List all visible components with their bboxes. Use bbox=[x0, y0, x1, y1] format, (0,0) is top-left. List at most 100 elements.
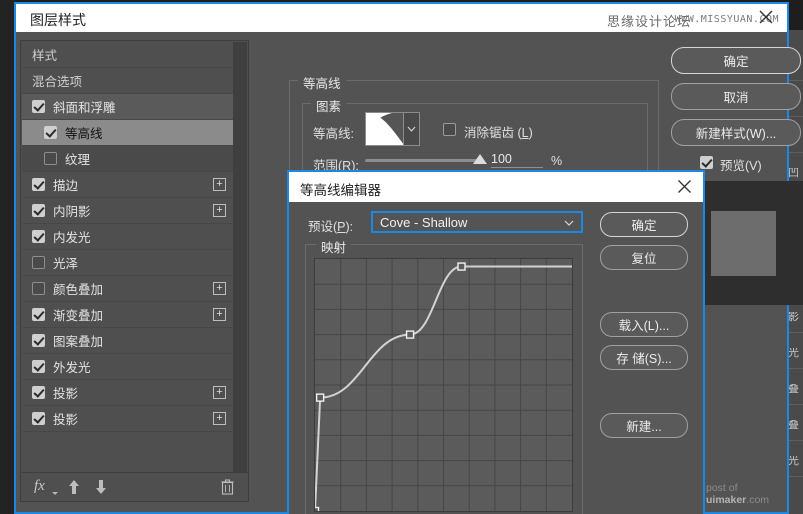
effect-label: 描边 bbox=[53, 175, 78, 194]
effect-label: 混合选项 bbox=[22, 71, 82, 90]
element-group: 图素 等高线: bbox=[302, 103, 648, 178]
background-panel-divider bbox=[788, 116, 803, 117]
footer-watermark-brand: uimaker bbox=[706, 494, 746, 506]
effect-label: 投影 bbox=[53, 383, 78, 402]
close-icon[interactable] bbox=[676, 178, 693, 195]
window-title: 图层样式 bbox=[30, 10, 86, 30]
chevron-down-icon[interactable] bbox=[403, 113, 419, 145]
cancel-button[interactable]: 取消 bbox=[671, 83, 801, 110]
trash-icon[interactable] bbox=[221, 479, 234, 495]
effect-checkbox[interactable] bbox=[32, 386, 45, 399]
desktop-background-left bbox=[0, 0, 14, 514]
layer-preview-thumbnail bbox=[704, 181, 803, 305]
mapping-group-title: 映射 bbox=[316, 237, 351, 256]
effect-row-6[interactable]: 内阴影+ bbox=[22, 198, 234, 224]
add-effect-button[interactable]: + bbox=[213, 386, 226, 399]
effect-checkbox[interactable] bbox=[32, 360, 45, 373]
editor-new-button[interactable]: 新建... bbox=[600, 413, 688, 438]
editor-ok-button[interactable]: 确定 bbox=[600, 212, 688, 237]
background-panel-divider bbox=[788, 440, 803, 441]
antialias-label-post: ) bbox=[529, 126, 533, 140]
effect-checkbox[interactable] bbox=[32, 100, 45, 113]
screen-root: 控明径凹SHSH和影光叠叠光 图层样式 思缘设计论坛 WWW.MISSYUAN.… bbox=[0, 0, 803, 514]
arrow-up-icon[interactable] bbox=[68, 479, 80, 495]
add-effect-button[interactable]: + bbox=[213, 178, 226, 191]
effect-checkbox[interactable] bbox=[44, 126, 57, 139]
effect-row-11[interactable]: 图案叠加 bbox=[22, 328, 234, 354]
contour-curve-graph[interactable] bbox=[314, 258, 573, 512]
effect-label: 纹理 bbox=[65, 149, 90, 168]
effects-list-filler bbox=[22, 432, 234, 466]
editor-save-button[interactable]: 存 储(S)... bbox=[600, 345, 688, 370]
effects-toolbar: fx bbox=[22, 472, 248, 500]
effect-label: 光泽 bbox=[53, 253, 78, 272]
effect-checkbox[interactable] bbox=[32, 204, 45, 217]
chevron-down-icon[interactable] bbox=[564, 213, 581, 231]
contour-curve-swatch bbox=[366, 113, 403, 145]
effect-row-1[interactable]: 混合选项 bbox=[22, 68, 234, 94]
effect-checkbox[interactable] bbox=[32, 412, 45, 425]
contour-editor-title: 等高线编辑器 bbox=[300, 179, 381, 199]
preset-select[interactable]: Cove - Shallow bbox=[371, 211, 583, 233]
effect-row-12[interactable]: 外发光 bbox=[22, 354, 234, 380]
effect-label: 渐变叠加 bbox=[53, 305, 103, 324]
effects-list-panel: 样式混合选项斜面和浮雕等高线纹理描边+内阴影+内发光光泽颜色叠加+渐变叠加+图案… bbox=[20, 40, 249, 502]
add-effect-button[interactable]: + bbox=[213, 204, 226, 217]
contour-swatch-dropdown[interactable] bbox=[365, 112, 420, 146]
effect-row-2[interactable]: 斜面和浮雕 bbox=[22, 94, 234, 120]
effect-row-13[interactable]: 投影 + bbox=[22, 380, 234, 406]
effect-label: 样式 bbox=[22, 45, 57, 64]
effect-row-5[interactable]: 描边 + bbox=[22, 172, 234, 198]
effect-checkbox[interactable] bbox=[32, 230, 45, 243]
effect-checkbox[interactable] bbox=[32, 178, 45, 191]
contour-group-title: 等高线 bbox=[298, 73, 346, 92]
effect-row-4[interactable]: 纹理 bbox=[22, 146, 234, 172]
background-panel-item: 叠 bbox=[788, 420, 803, 431]
editor-load-button[interactable]: 载入(L)... bbox=[600, 312, 688, 337]
range-unit-label: % bbox=[551, 154, 562, 168]
arrow-down-icon[interactable] bbox=[95, 479, 107, 495]
effect-checkbox[interactable] bbox=[32, 308, 45, 321]
effect-row-14[interactable]: 投影+ bbox=[22, 406, 234, 432]
range-value-input[interactable]: 100 bbox=[491, 152, 543, 168]
effect-row-0[interactable]: 样式 bbox=[22, 42, 234, 68]
background-panel-divider bbox=[788, 80, 803, 81]
preview-checkbox[interactable] bbox=[700, 156, 713, 169]
add-effect-button[interactable]: + bbox=[213, 412, 226, 425]
close-icon[interactable] bbox=[757, 8, 775, 26]
effect-row-8[interactable]: 光泽 bbox=[22, 250, 234, 276]
antialias-checkbox[interactable] bbox=[443, 123, 456, 136]
effect-row-9[interactable]: 颜色叠加 + bbox=[22, 276, 234, 302]
effect-row-3[interactable]: 等高线 bbox=[22, 120, 234, 146]
contour-field-label: 等高线: bbox=[313, 123, 354, 142]
contour-editor-dialog: 等高线编辑器 预设(P): Cove - Shallow bbox=[287, 170, 705, 514]
background-panel-item: 影 bbox=[788, 312, 803, 323]
fx-icon[interactable]: fx bbox=[34, 478, 45, 495]
effect-label: 等高线 bbox=[65, 123, 103, 142]
range-slider-track[interactable] bbox=[365, 159, 480, 162]
editor-reset-button[interactable]: 复位 bbox=[600, 245, 688, 270]
effect-label: 内发光 bbox=[53, 227, 91, 246]
effect-row-10[interactable]: 渐变叠加 + bbox=[22, 302, 234, 328]
new-style-button[interactable]: 新建样式(W)... bbox=[671, 119, 801, 146]
background-panel-item: 光 bbox=[788, 456, 803, 467]
ok-button[interactable]: 确定 bbox=[671, 47, 801, 74]
effect-label: 斜面和浮雕 bbox=[53, 97, 116, 116]
effect-label: 颜色叠加 bbox=[53, 279, 103, 298]
background-panel-item: 凹 bbox=[788, 168, 803, 179]
footer-watermark-suffix: .com bbox=[746, 494, 769, 506]
effect-checkbox[interactable] bbox=[32, 282, 45, 295]
effect-checkbox[interactable] bbox=[32, 334, 45, 347]
effect-checkbox[interactable] bbox=[44, 152, 57, 165]
preview-label: 预览(V) bbox=[720, 155, 762, 174]
range-slider-thumb[interactable] bbox=[473, 154, 487, 164]
fx-dropdown-caret-icon[interactable] bbox=[52, 492, 58, 495]
add-effect-button[interactable]: + bbox=[213, 282, 226, 295]
mapping-group: 映射 bbox=[305, 244, 583, 514]
effects-list-scrollbar[interactable] bbox=[233, 42, 247, 474]
add-effect-button[interactable]: + bbox=[213, 308, 226, 321]
effect-row-7[interactable]: 内发光 bbox=[22, 224, 234, 250]
contour-editor-body: 预设(P): Cove - Shallow 映射 确 bbox=[289, 202, 703, 514]
preset-label-post: ): bbox=[346, 220, 354, 234]
effect-checkbox[interactable] bbox=[32, 256, 45, 269]
